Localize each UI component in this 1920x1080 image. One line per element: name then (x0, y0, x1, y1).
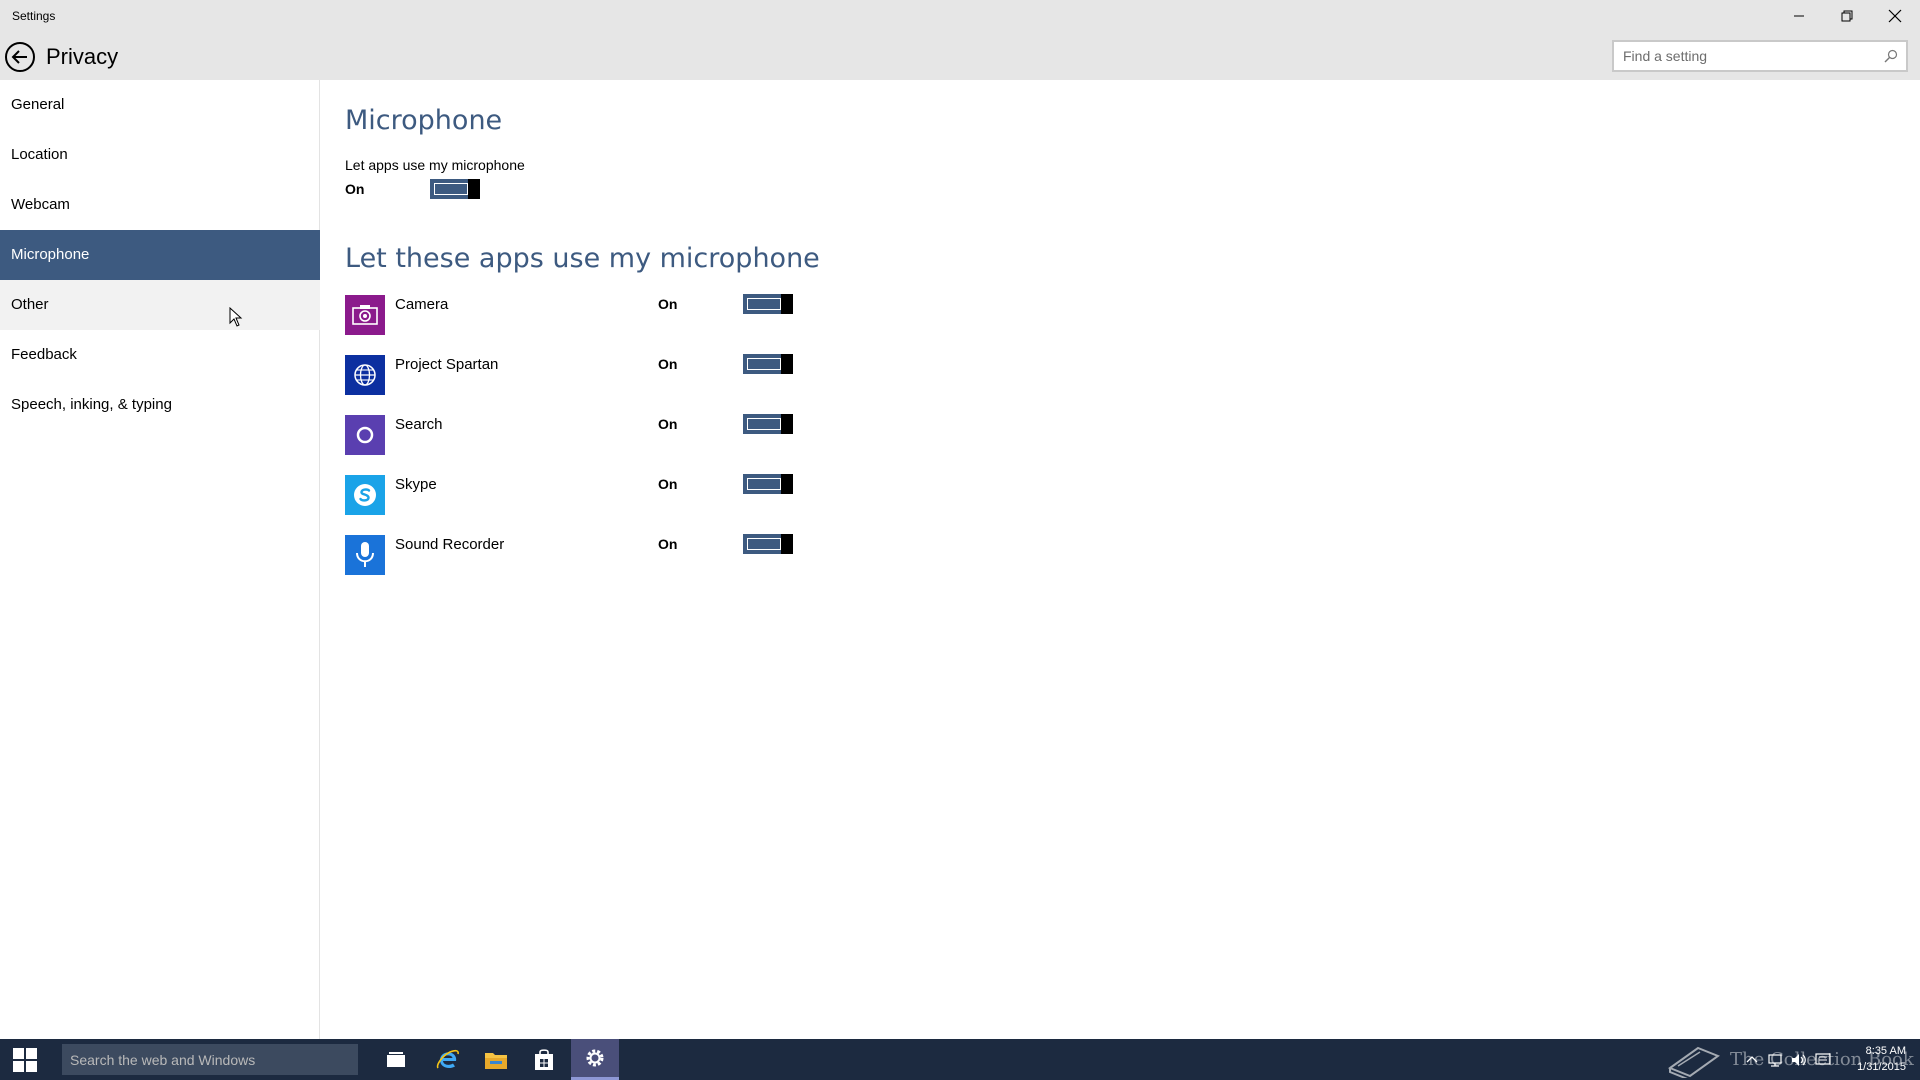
store-icon (535, 1048, 553, 1070)
toggle-skype[interactable] (743, 474, 793, 494)
taskbar-file-explorer[interactable] (472, 1039, 520, 1080)
section-heading: Microphone (345, 105, 503, 136)
taskbar: 8:35 AM 1/31/2015 (0, 1039, 1920, 1080)
volume-icon[interactable] (1790, 1052, 1808, 1068)
toggle-thumb (781, 294, 793, 314)
sidebar-item-label: Webcam (11, 196, 70, 213)
taskbar-task-view[interactable] (372, 1039, 420, 1080)
skype-app-tile (345, 475, 385, 515)
master-toggle-label: Let apps use my microphone (345, 157, 525, 173)
sidebar-item-label: Microphone (11, 246, 90, 263)
app-state-project-spartan: On (658, 356, 678, 372)
sidebar-item-other[interactable]: Other (0, 280, 320, 330)
mouse-cursor-icon (229, 307, 243, 327)
sidebar-item-feedback[interactable]: Feedback (0, 330, 320, 380)
sidebar-item-general[interactable]: General (0, 80, 320, 130)
settings-icon (586, 1049, 604, 1067)
app-name: Search (395, 416, 443, 433)
page-title: Privacy (46, 44, 119, 69)
taskbar-store[interactable] (520, 1039, 568, 1080)
sidebar-item-speech-inking-typing[interactable]: Speech, inking, & typing (0, 380, 320, 430)
search-icon[interactable] (1884, 49, 1898, 63)
toggle-thumb (781, 474, 793, 494)
toggle-search[interactable] (743, 414, 793, 434)
master-toggle-state: On (345, 181, 365, 197)
toggle-thumb (468, 179, 480, 199)
restore-icon (1841, 10, 1853, 21)
restore-button[interactable] (1824, 0, 1870, 31)
sidebar-item-label: Location (11, 146, 68, 163)
back-arrow-icon (5, 42, 35, 72)
task-view-icon (387, 1051, 405, 1067)
header: Privacy (0, 31, 1920, 80)
action-center-icon[interactable] (1814, 1052, 1832, 1068)
toggle-thumb (781, 414, 793, 434)
file-explorer-icon (485, 1052, 507, 1069)
main-content: Microphone Let apps use my microphone On… (321, 80, 1920, 1039)
taskbar-clock[interactable]: 8:35 AM 1/31/2015 (1846, 1043, 1906, 1075)
master-microphone-toggle[interactable] (430, 179, 480, 199)
sound-recorder-app-tile (345, 535, 385, 575)
sidebar-item-webcam[interactable]: Webcam (0, 180, 320, 230)
toggle-thumb (781, 534, 793, 554)
sidebar-item-label: General (11, 96, 65, 113)
search-app-tile (345, 415, 385, 455)
sidebar-item-label: Feedback (11, 346, 77, 363)
app-name: Skype (395, 476, 437, 493)
minimize-icon (1794, 15, 1804, 16)
start-button[interactable] (0, 1039, 50, 1080)
taskbar-internet-explorer[interactable] (424, 1039, 472, 1080)
toggle-track (747, 298, 781, 310)
app-name: Sound Recorder (395, 536, 505, 553)
app-state-sound-recorder: On (658, 536, 678, 552)
toggle-track (747, 538, 781, 550)
clock-time: 8:35 AM (1865, 1045, 1906, 1057)
toggle-track (434, 183, 468, 195)
camera-icon (352, 305, 378, 325)
windows-logo-icon (13, 1047, 37, 1072)
toggle-track (747, 358, 781, 370)
chevron-up-icon[interactable] (1744, 1052, 1760, 1068)
back-button[interactable] (4, 41, 36, 73)
app-state-skype: On (658, 476, 678, 492)
system-tray (1744, 1039, 1832, 1080)
app-name: Camera (395, 296, 449, 313)
minimize-button[interactable] (1776, 0, 1822, 31)
sidebar-item-microphone[interactable]: Microphone (0, 230, 320, 280)
toggle-thumb (781, 354, 793, 374)
internet-explorer-icon (436, 1049, 459, 1068)
sidebar-item-label: Other (11, 296, 49, 313)
skype-icon (354, 484, 376, 506)
app-state-search: On (658, 416, 678, 432)
toggle-project-spartan[interactable] (743, 354, 793, 374)
search-input[interactable] (1614, 42, 1906, 70)
network-icon[interactable] (1766, 1052, 1784, 1068)
toggle-track (747, 478, 781, 490)
app-name: Project Spartan (395, 356, 499, 373)
toggle-camera[interactable] (743, 294, 793, 314)
find-setting-search[interactable] (1612, 40, 1908, 72)
taskbar-search-input[interactable] (62, 1044, 358, 1075)
sidebar-item-label: Speech, inking, & typing (11, 396, 172, 413)
sidebar-item-location[interactable]: Location (0, 130, 320, 180)
project-spartan-app-tile (345, 355, 385, 395)
sidebar: General Location Webcam Microphone Other… (0, 80, 320, 1039)
title-bar: Settings (0, 0, 1920, 31)
toggle-track (747, 418, 781, 430)
globe-icon (354, 364, 376, 386)
apps-heading: Let these apps use my microphone (345, 243, 820, 274)
cortana-circle-icon (356, 426, 374, 444)
taskbar-search[interactable] (62, 1044, 358, 1075)
camera-app-tile (345, 295, 385, 335)
clock-date: 1/31/2015 (1857, 1061, 1906, 1073)
app-state-camera: On (658, 296, 678, 312)
microphone-icon (356, 542, 374, 567)
toggle-sound-recorder[interactable] (743, 534, 793, 554)
close-icon (1888, 9, 1902, 22)
taskbar-settings[interactable] (571, 1039, 619, 1080)
close-button[interactable] (1872, 0, 1918, 31)
window-title: Settings (12, 9, 56, 23)
